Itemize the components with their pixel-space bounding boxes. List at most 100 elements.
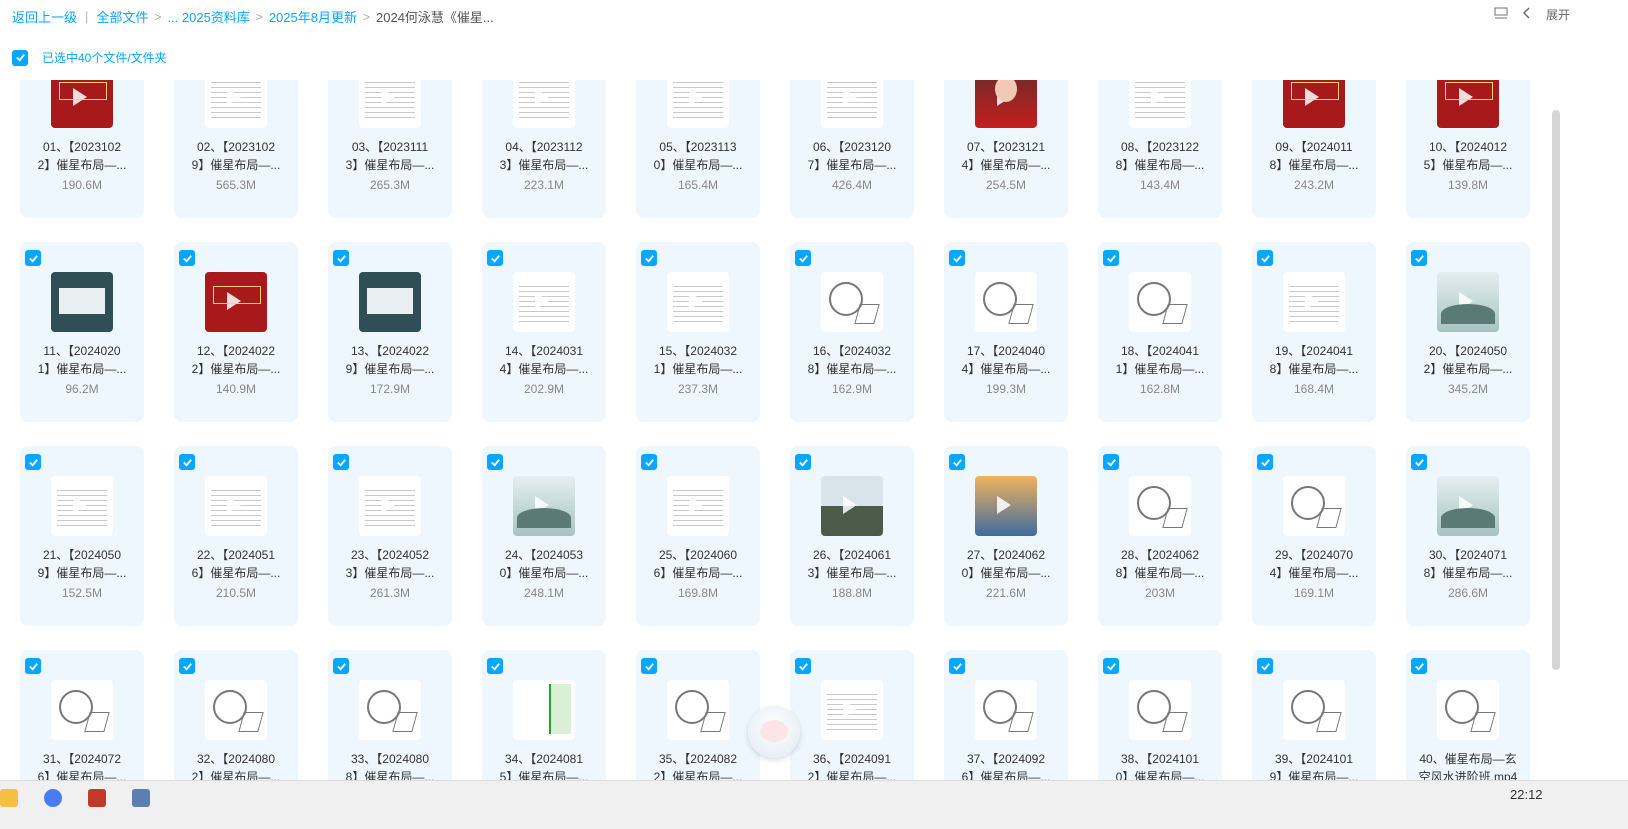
- checkbox-checked-icon: [644, 662, 654, 671]
- file-checkbox[interactable]: [641, 250, 657, 266]
- file-checkbox[interactable]: [1103, 658, 1119, 674]
- file-checkbox[interactable]: [1257, 454, 1273, 470]
- checkbox-checked-icon: [182, 662, 192, 671]
- back-link[interactable]: 返回上一级: [12, 7, 77, 26]
- file-card[interactable]: 18、【2024041 1】催星布局—... 162.8M: [1098, 242, 1222, 422]
- file-checkbox[interactable]: [1103, 454, 1119, 470]
- app-icon[interactable]: [88, 789, 106, 807]
- file-card[interactable]: 02、【2023102 9】催星布局—... 565.3M: [174, 80, 298, 218]
- file-checkbox[interactable]: [333, 454, 349, 470]
- file-card[interactable]: 32、【2024080 2】催星布局—...: [174, 650, 298, 780]
- file-checkbox[interactable]: [795, 250, 811, 266]
- file-checkbox[interactable]: [1411, 250, 1427, 266]
- file-checkbox[interactable]: [949, 250, 965, 266]
- file-card[interactable]: 27、【2024062 0】催星布局—... 221.6M: [944, 446, 1068, 626]
- breadcrumb-item-all-files[interactable]: 全部文件: [96, 7, 148, 26]
- file-card[interactable]: 17、【2024040 4】催星布局—... 199.3M: [944, 242, 1068, 422]
- file-card[interactable]: 10、【2024012 5】催星布局—... 139.8M: [1406, 80, 1530, 218]
- breadcrumb-item-august[interactable]: 2025年8月更新: [269, 7, 357, 26]
- file-card[interactable]: 30、【2024071 8】催星布局—... 286.6M: [1406, 446, 1530, 626]
- window-icon[interactable]: [132, 789, 150, 807]
- chevron-left-icon[interactable]: [1522, 7, 1532, 22]
- file-thumbnail: [205, 476, 267, 536]
- file-checkbox[interactable]: [487, 250, 503, 266]
- file-checkbox[interactable]: [641, 658, 657, 674]
- file-checkbox[interactable]: [1257, 658, 1273, 674]
- file-card[interactable]: 22、【2024051 6】催星布局—... 210.5M: [174, 446, 298, 626]
- file-checkbox[interactable]: [1411, 658, 1427, 674]
- file-card[interactable]: 39、【2024101 9】催星布局—...: [1252, 650, 1376, 780]
- file-checkbox[interactable]: [179, 658, 195, 674]
- file-checkbox[interactable]: [25, 454, 41, 470]
- file-card[interactable]: 40、催星布局—玄 空风水进阶班.mp4: [1406, 650, 1530, 780]
- file-size: 96.2M: [65, 382, 99, 396]
- file-checkbox[interactable]: [1257, 250, 1273, 266]
- file-checkbox[interactable]: [795, 454, 811, 470]
- file-card[interactable]: 13、【2024022 9】催星布局—... 172.9M: [328, 242, 452, 422]
- play-icon: [73, 496, 87, 514]
- file-card[interactable]: 15、【2024032 1】催星布局—... 237.3M: [636, 242, 760, 422]
- file-checkbox[interactable]: [179, 454, 195, 470]
- scrollbar[interactable]: [1552, 110, 1560, 670]
- file-checkbox[interactable]: [179, 250, 195, 266]
- file-card[interactable]: 04、【2023112 3】催星布局—... 223.1M: [482, 80, 606, 218]
- file-card[interactable]: 37、【2024092 6】催星布局—...: [944, 650, 1068, 780]
- file-size: 139.8M: [1447, 178, 1489, 192]
- file-card[interactable]: 38、【2024101 0】催星布局—...: [1098, 650, 1222, 780]
- file-name: 30、【2024071 8】催星布局—...: [1423, 548, 1513, 580]
- file-card[interactable]: 26、【2024061 3】催星布局—... 188.8M: [790, 446, 914, 626]
- play-icon: [843, 496, 857, 514]
- browser-icon[interactable]: [44, 789, 62, 807]
- file-card[interactable]: 11、【2024020 1】催星布局—... 96.2M: [20, 242, 144, 422]
- file-card[interactable]: 21、【2024050 9】催星布局—... 152.5M: [20, 446, 144, 626]
- file-checkbox[interactable]: [487, 658, 503, 674]
- file-card[interactable]: 29、【2024070 4】催星布局—... 169.1M: [1252, 446, 1376, 626]
- file-size: 172.9M: [369, 382, 411, 396]
- breadcrumb-item-library[interactable]: ... 2025资料库: [167, 7, 249, 26]
- file-card[interactable]: 31、【2024072 6】催星布局—...: [20, 650, 144, 780]
- file-card[interactable]: 08、【2023122 8】催星布局—... 143.4M: [1098, 80, 1222, 218]
- file-card[interactable]: 05、【2023113 0】催星布局—... 165.4M: [636, 80, 760, 218]
- folder-icon[interactable]: [0, 789, 18, 807]
- file-checkbox[interactable]: [641, 454, 657, 470]
- expand-button[interactable]: 展开: [1546, 6, 1570, 23]
- file-card[interactable]: 24、【2024053 0】催星布局—... 248.1M: [482, 446, 606, 626]
- file-card[interactable]: 35、【2024082 2】催星布局—...: [636, 650, 760, 780]
- file-card[interactable]: 09、【2024011 8】催星布局—... 243.2M: [1252, 80, 1376, 218]
- file-card[interactable]: 23、【2024052 3】催星布局—... 261.3M: [328, 446, 452, 626]
- file-checkbox[interactable]: [949, 658, 965, 674]
- file-checkbox[interactable]: [1103, 250, 1119, 266]
- file-size: 223.1M: [523, 178, 565, 192]
- file-checkbox[interactable]: [1411, 454, 1427, 470]
- file-checkbox[interactable]: [25, 250, 41, 266]
- file-size: 165.4M: [677, 178, 719, 192]
- file-card[interactable]: 25、【2024060 6】催星布局—... 169.8M: [636, 446, 760, 626]
- file-checkbox[interactable]: [333, 250, 349, 266]
- file-checkbox[interactable]: [333, 658, 349, 674]
- file-card[interactable]: 20、【2024050 2】催星布局—... 345.2M: [1406, 242, 1530, 422]
- select-all-checkbox[interactable]: [12, 49, 28, 66]
- file-card[interactable]: 19、【2024041 8】催星布局—... 168.4M: [1252, 242, 1376, 422]
- file-thumbnail: [1129, 80, 1191, 128]
- file-card[interactable]: 06、【2023120 7】催星布局—... 426.4M: [790, 80, 914, 218]
- file-card[interactable]: 28、【2024062 8】催星布局—... 203M: [1098, 446, 1222, 626]
- file-checkbox[interactable]: [949, 454, 965, 470]
- file-thumbnail: [205, 80, 267, 128]
- file-card[interactable]: 01、【2023102 2】催星布局—... 190.6M: [20, 80, 144, 218]
- file-card[interactable]: 14、【2024031 4】催星布局—... 202.9M: [482, 242, 606, 422]
- file-card[interactable]: 12、【2024022 2】催星布局—... 140.9M: [174, 242, 298, 422]
- file-card[interactable]: 34、【2024081 5】催星布局—...: [482, 650, 606, 780]
- list-view-icon[interactable]: [1494, 6, 1508, 23]
- file-card[interactable]: 16、【2024032 8】催星布局—... 162.9M: [790, 242, 914, 422]
- file-card[interactable]: 07、【2023121 4】催星布局—... 254.5M: [944, 80, 1068, 218]
- play-icon: [689, 700, 703, 718]
- file-checkbox[interactable]: [25, 658, 41, 674]
- file-checkbox[interactable]: [795, 658, 811, 674]
- file-checkbox[interactable]: [487, 454, 503, 470]
- file-thumbnail: [1283, 80, 1345, 128]
- mascot-icon[interactable]: [748, 706, 800, 758]
- file-card[interactable]: 36、【2024091 2】催星布局—...: [790, 650, 914, 780]
- file-card[interactable]: 33、【2024080 8】催星布局—...: [328, 650, 452, 780]
- file-name: 17、【2024040 4】催星布局—...: [961, 344, 1051, 376]
- file-card[interactable]: 03、【2023111 3】催星布局—... 265.3M: [328, 80, 452, 218]
